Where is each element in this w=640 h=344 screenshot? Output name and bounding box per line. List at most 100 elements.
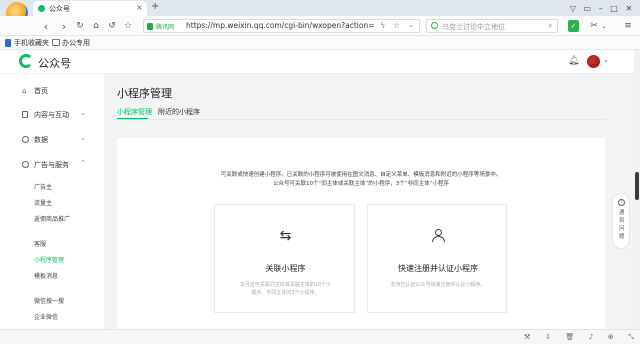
account-dropdown-icon[interactable]: ⌄ — [603, 56, 609, 64]
resize-icon[interactable]: ⤡ — [628, 333, 634, 342]
search-input[interactable]: 乌克兰讨论中立地位 — [442, 22, 505, 32]
new-tab-button[interactable]: + — [151, 1, 159, 12]
register-card-desc: 支持已认证公众号快速注册并认证小程序。 — [390, 282, 486, 288]
trash-icon[interactable]: 🗑︎ — [565, 333, 574, 341]
home-nav-icon: ⌂ — [22, 87, 27, 95]
pin-icon[interactable]: ▽ — [570, 4, 576, 13]
restore-icon[interactable]: ▭ — [584, 4, 592, 13]
site-badge: 腾讯网 — [156, 24, 175, 31]
dropdown-icon[interactable]: ⌄ — [408, 21, 414, 29]
sidebar-item-content-label: 内容与互动 — [34, 111, 69, 119]
swap-arrows-icon: ⇆ — [279, 228, 292, 244]
chevron-down-icon: ⌄ — [80, 134, 86, 142]
browser-tab-bar: 公众号 × + ▽ ▭ – □ ✕ — [0, 0, 640, 24]
window-controls: ▽ ▭ – □ ✕ — [566, 2, 636, 14]
wrench-icon[interactable]: ⚒ — [524, 333, 530, 341]
back-icon[interactable]: ‹ — [40, 19, 52, 33]
scissors-icon[interactable]: ✂ — [588, 19, 600, 33]
scrollbar-thumb[interactable] — [635, 172, 639, 200]
sidebar-subitem-template[interactable]: 模板消息 — [34, 271, 58, 280]
tab-title: 公众号 — [49, 5, 70, 13]
folder-icon — [52, 39, 60, 46]
chevron-down-icon: ⌄ — [80, 109, 86, 117]
sidebar-subitem-traffic[interactable]: 流量主 — [34, 198, 52, 207]
browser-toolbar: ‹ › ↻ ⌂ ↺ ☆ 腾讯网 https://mp.weixin.qq.com… — [0, 16, 640, 36]
sidebar: ⌂ 首页 内容与互动 ⌄ 数据 ⌄ 广告与服务 ⌃ 广告主 流量主 返佣商品推广… — [0, 74, 104, 329]
bookmarks-bar: 手机收藏夹 办公专用 — [0, 36, 640, 50]
browser-status-bar: ⚒ ⇩ 🗑︎ ♪ ⊕ ⤡ — [0, 329, 640, 344]
tab-favicon-icon — [38, 5, 45, 12]
address-bar[interactable]: 腾讯网 https://mp.weixin.qq.com/cgi-bin/wxo… — [143, 19, 420, 33]
bookmark-star-icon[interactable]: ☆ — [393, 21, 400, 30]
lightning-icon[interactable]: ϟ — [380, 21, 385, 30]
sidebar-subitem-commission[interactable]: 返佣商品推广 — [34, 214, 70, 223]
intro-text-line1: 可关联或快速创建小程序。已关联的小程序可被使用在图文消息、自定义菜单、模板消息和… — [220, 172, 502, 178]
site-shield-icon — [147, 23, 153, 30]
main-content: 小程序管理 小程序管理 附近的小程序 可关联或快速创建小程序。已关联的小程序可被… — [104, 74, 634, 329]
tabs-divider — [117, 119, 605, 120]
sidebar-item-data[interactable]: 数据 ⌄ — [0, 133, 104, 147]
link-card-desc-line2: 程序，不同主体的3个小程序。 — [251, 290, 320, 296]
page-scrollbar[interactable] — [634, 50, 640, 329]
tab-nearby-miniprogram[interactable]: 附近的小程序 — [158, 107, 200, 117]
data-nav-icon — [22, 136, 29, 143]
link-card-desc-line1: 本月还可关联同主体或关联主体的10个小 — [239, 282, 332, 288]
content-nav-icon — [22, 111, 28, 118]
tab-miniprogram-manage[interactable]: 小程序管理 — [117, 107, 152, 117]
mobile-bookmark-icon — [5, 39, 11, 47]
bookmark-item-mobile[interactable]: 手机收藏夹 — [14, 38, 49, 48]
logo-text[interactable]: 公众号 — [38, 55, 71, 71]
site-header: 公众号 🔔︎ ⌄ — [0, 50, 640, 74]
sidebar-item-content[interactable]: 内容与互动 ⌄ — [0, 108, 104, 122]
chevron-up-icon: ⌃ — [80, 159, 86, 167]
status-icons: ⚒ ⇩ 🗑︎ ♪ ⊕ ⤡ — [524, 331, 634, 343]
sidebar-subitem-advertiser[interactable]: 广告主 — [34, 182, 52, 191]
close-window-icon[interactable]: ✕ — [625, 4, 632, 13]
favorite-star-icon[interactable]: ☆ — [122, 19, 134, 33]
register-miniprogram-card[interactable]: 快速注册并认证小程序 支持已认证公众号快速注册并认证小程序。 — [367, 204, 507, 313]
sidebar-item-ads[interactable]: 广告与服务 ⌃ — [0, 158, 104, 172]
zoom-icon[interactable]: ⊕ — [608, 333, 614, 341]
sound-icon[interactable]: ♪ — [589, 333, 593, 341]
search-icon — [431, 22, 438, 29]
minimize-icon[interactable]: – — [599, 4, 603, 13]
search-submit-icon[interactable]: ⌕ — [548, 21, 552, 31]
url-text[interactable]: https://mp.weixin.qq.com/cgi-bin/wxopen?… — [186, 21, 375, 30]
sidebar-item-data-label: 数据 — [34, 136, 48, 144]
register-card-title: 快速注册并认证小程序 — [398, 264, 478, 273]
user-add-icon — [432, 229, 445, 243]
bookmark-item-office[interactable]: 办公专用 — [62, 38, 90, 48]
shield-extension-icon[interactable]: ✓ — [568, 20, 579, 32]
download-icon[interactable]: ⇩ — [545, 333, 551, 341]
menu-icon[interactable]: ≡ — [622, 19, 634, 33]
sidebar-item-ads-label: 广告与服务 — [34, 161, 69, 169]
refresh-icon[interactable]: ↻ — [74, 19, 86, 33]
maximize-icon[interactable]: □ — [610, 4, 618, 13]
tab-close-icon[interactable]: × — [136, 3, 143, 12]
sidebar-subitem-miniprogram[interactable]: 小程序管理 — [34, 255, 64, 264]
feedback-widget[interactable]: ? 遇到问题 — [612, 193, 630, 249]
home-icon[interactable]: ⌂ — [90, 19, 102, 33]
avatar[interactable] — [587, 55, 600, 68]
sidebar-subitem-wework[interactable]: 企业微信 — [34, 312, 58, 321]
sidebar-subitem-search[interactable]: 微信搜一搜 — [34, 296, 64, 305]
feedback-label: 遇到问题 — [619, 210, 625, 240]
content-panel: 可关联或快速创建小程序。已关联的小程序可被使用在图文消息、自定义菜单、模板消息和… — [117, 138, 605, 329]
link-miniprogram-card[interactable]: ⇆ 关联小程序 本月还可关联同主体或关联主体的10个小 程序，不同主体的3个小程… — [214, 204, 355, 313]
user-body-shape — [432, 236, 445, 242]
undo-icon[interactable]: ↺ — [106, 19, 118, 33]
link-card-title: 关联小程序 — [265, 264, 306, 273]
sidebar-subitem-customer-service[interactable]: 客服 — [34, 239, 46, 248]
wechat-logo-icon[interactable] — [19, 54, 33, 68]
search-box[interactable]: 乌克兰讨论中立地位 ⌕ — [426, 19, 558, 33]
forward-icon[interactable]: › — [58, 19, 70, 33]
notification-bell-icon[interactable]: 🔔︎ — [568, 56, 579, 66]
page-title: 小程序管理 — [117, 87, 172, 100]
browser-tab[interactable]: 公众号 × — [33, 1, 147, 16]
sidebar-item-home[interactable]: ⌂ 首页 — [0, 84, 104, 98]
question-icon: ? — [618, 199, 625, 206]
extensions-dropdown-icon[interactable]: ⌄ — [600, 19, 608, 33]
intro-text-line2: 公众号可关联10个“同主体或关联主体”的小程序，3个“非同主体”小程序 — [273, 181, 449, 187]
sidebar-item-home-label: 首页 — [34, 87, 48, 95]
ads-nav-icon — [22, 161, 29, 168]
